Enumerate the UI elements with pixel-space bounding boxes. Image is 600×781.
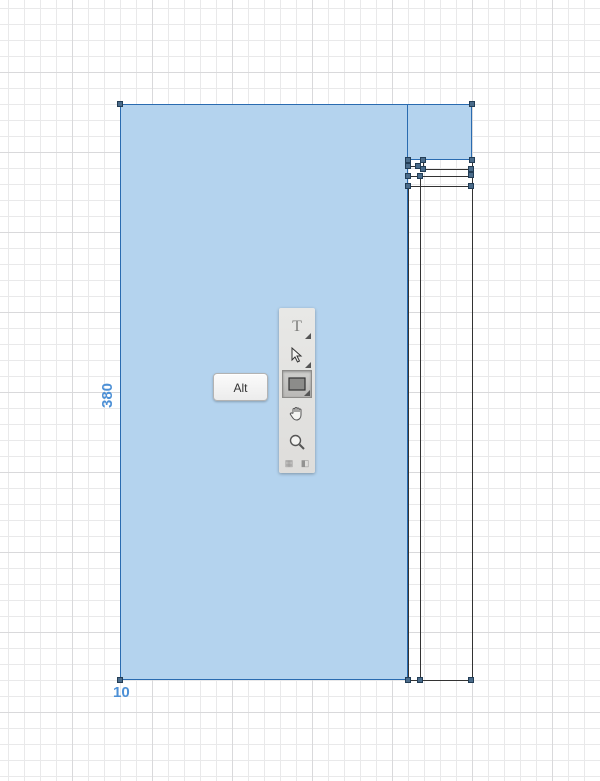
type-tool[interactable]: T	[282, 312, 312, 340]
anchor-handle[interactable]	[417, 677, 423, 683]
magnifier-icon	[288, 433, 306, 451]
footer-glyph: ◧	[301, 458, 310, 469]
anchor-handle[interactable]	[405, 173, 411, 179]
anchor-handle[interactable]	[417, 173, 423, 179]
anchor-handle[interactable]	[117, 101, 123, 107]
anchor-handle[interactable]	[405, 677, 411, 683]
anchor-handle[interactable]	[468, 677, 474, 683]
selection-tool[interactable]	[282, 341, 312, 369]
dimension-height: 380	[99, 383, 116, 408]
alt-key-hint: Alt	[213, 373, 268, 401]
anchor-handle[interactable]	[405, 183, 411, 189]
shape-top-extension[interactable]	[408, 104, 472, 160]
toolbox-panel[interactable]: T ▦ ◧	[279, 308, 315, 473]
canvas-stage[interactable]: 380 10 Alt T ▦ ◧	[0, 0, 600, 781]
anchor-handle[interactable]	[415, 163, 421, 169]
rectangle-tool[interactable]	[282, 370, 312, 398]
anchor-handle[interactable]	[469, 157, 475, 163]
anchor-handle[interactable]	[469, 101, 475, 107]
zoom-tool[interactable]	[282, 428, 312, 456]
hand-tool[interactable]	[282, 399, 312, 427]
anchor-handle[interactable]	[117, 677, 123, 683]
cursor-icon	[289, 347, 305, 363]
type-icon: T	[288, 317, 306, 335]
footer-glyph: ▦	[285, 458, 294, 469]
dimension-corner: 10	[113, 684, 130, 701]
anchor-handle[interactable]	[468, 183, 474, 189]
svg-text:T: T	[292, 318, 302, 335]
rectangle-icon	[288, 377, 306, 391]
anchor-handle[interactable]	[405, 163, 411, 169]
hand-icon	[288, 404, 306, 422]
toolbox-footer: ▦ ◧	[279, 457, 315, 470]
anchor-handle[interactable]	[468, 172, 474, 178]
